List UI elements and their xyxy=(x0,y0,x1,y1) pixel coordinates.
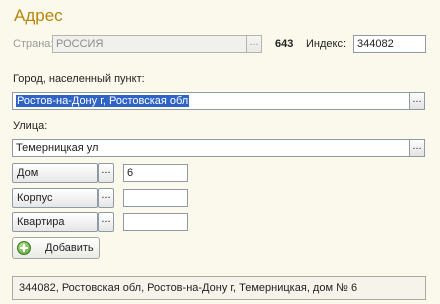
address-summary: 344082, Ростовская обл, Ростов-на-Дону г… xyxy=(12,276,426,300)
form-title: Адрес xyxy=(14,6,63,25)
add-button[interactable]: Добавить xyxy=(12,237,100,259)
country-field[interactable]: РОССИЯ xyxy=(52,35,247,53)
house-type-button[interactable]: Дом xyxy=(12,163,98,183)
apartment-number-field[interactable] xyxy=(123,213,188,231)
index-field[interactable]: 344082 xyxy=(353,35,426,53)
city-choose-button[interactable]: ... xyxy=(410,92,425,110)
apartment-type-button[interactable]: Квартира xyxy=(12,212,98,232)
city-value: Ростов-на-Дону г, Ростовская обл xyxy=(16,95,190,107)
country-label: Страна: xyxy=(13,38,54,50)
street-choose-button[interactable]: ... xyxy=(410,139,425,157)
building-type-button[interactable]: Корпус xyxy=(12,188,98,208)
city-field[interactable]: Ростов-на-Дону г, Ростовская обл xyxy=(12,92,410,110)
building-type-choose-button[interactable]: ... xyxy=(98,188,114,208)
house-type-choose-button[interactable]: ... xyxy=(98,163,114,183)
apartment-type-choose-button[interactable]: ... xyxy=(98,212,114,232)
city-label: Город, населенный пункт: xyxy=(13,73,145,85)
country-code: 643 xyxy=(275,38,294,50)
add-button-label: Добавить xyxy=(45,242,94,254)
add-icon xyxy=(17,241,31,255)
house-number-field[interactable]: 6 xyxy=(123,164,188,182)
building-number-field[interactable] xyxy=(123,189,188,207)
country-choose-button[interactable]: ... xyxy=(247,35,262,53)
street-field[interactable]: Темерницкая ул xyxy=(12,139,410,157)
index-label: Индекс: xyxy=(306,38,347,50)
street-label: Улица: xyxy=(13,120,48,132)
